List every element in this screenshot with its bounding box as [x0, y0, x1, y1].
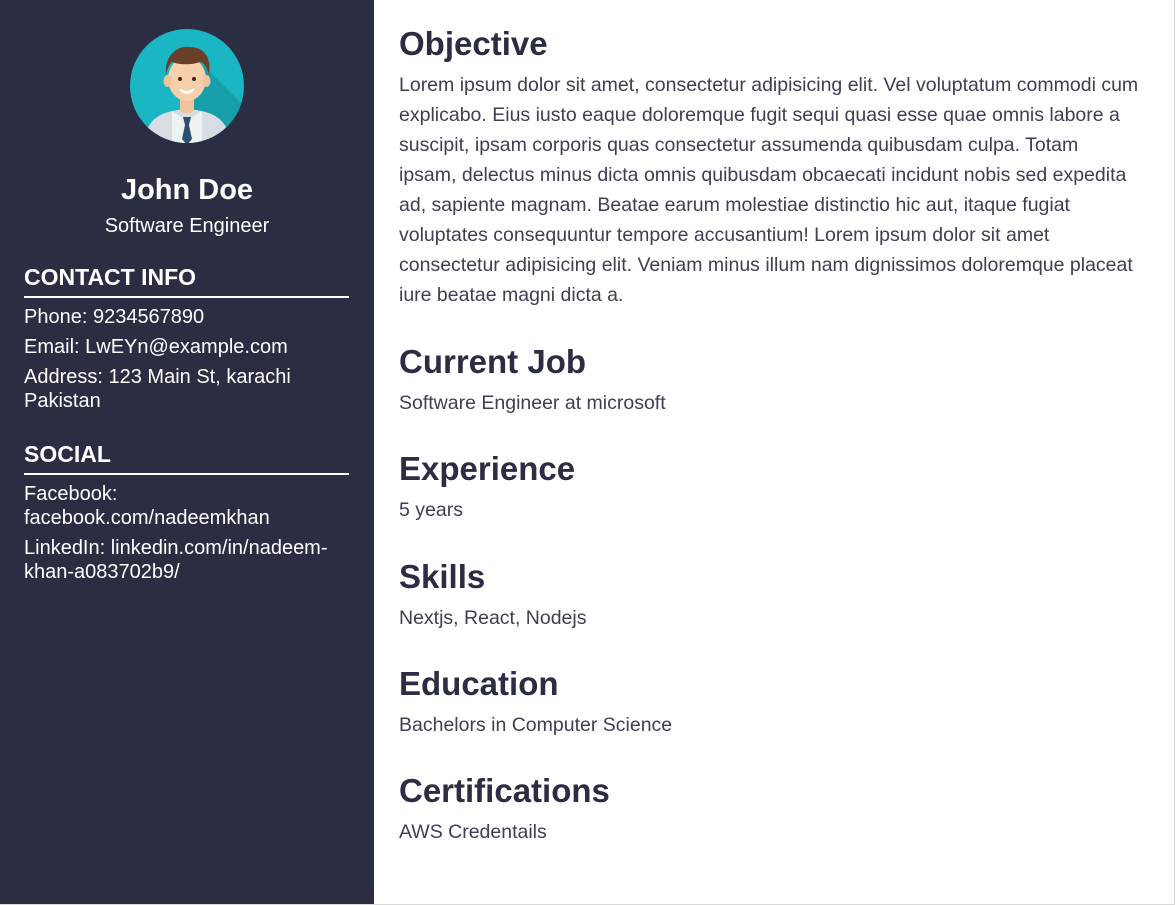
social-heading: SOCIAL [24, 439, 349, 475]
user-avatar-icon [130, 29, 244, 143]
avatar [130, 29, 244, 143]
current-job-heading: Current Job [399, 343, 587, 380]
skills-text: Nextjs, React, Nodejs [399, 607, 587, 629]
skills-section: Skills Nextjs, React, Nodejs [399, 557, 1139, 633]
certifications-heading: Certifications [399, 772, 610, 809]
contact-email: Email: LwEYn@example.com [24, 336, 288, 358]
education-section: Education Bachelors in Computer Science [399, 664, 1139, 740]
contact-info-heading: CONTACT INFO [24, 262, 349, 298]
main-content: Objective Lorem ipsum dolor sit amet, co… [374, 0, 1175, 905]
contact-address: Address: 123 Main St, karachi Pakistan [24, 366, 291, 412]
contact-info-section: CONTACT INFO Phone: 9234567890 Email: Lw… [24, 262, 349, 419]
objective-heading: Objective [399, 25, 548, 62]
education-heading: Education [399, 665, 559, 702]
experience-heading: Experience [399, 450, 576, 487]
social-section: SOCIAL Facebook: facebook.com/nadeemkhan… [24, 439, 349, 590]
profile-name: John Doe [120, 174, 254, 206]
certifications-section: Certifications AWS Credentails [399, 771, 1139, 847]
current-job-section: Current Job Software Engineer at microso… [399, 342, 1139, 418]
resume-page: John Doe Software Engineer CONTACT INFO … [0, 0, 1175, 905]
social-linkedin[interactable]: LinkedIn: linkedin.com/in/nadeem-khan-a0… [24, 536, 349, 584]
sidebar: John Doe Software Engineer CONTACT INFO … [0, 0, 374, 904]
skills-heading: Skills [399, 558, 486, 595]
contact-phone: Phone: 9234567890 [24, 306, 205, 328]
certifications-text: AWS Credentails [399, 821, 547, 843]
experience-text: 5 years [399, 499, 463, 521]
education-text: Bachelors in Computer Science [399, 714, 673, 736]
social-facebook[interactable]: Facebook: facebook.com/nadeemkhan [24, 482, 349, 530]
experience-section: Experience 5 years [399, 449, 1139, 525]
profile-title: Software Engineer [104, 215, 270, 237]
objective-text: Lorem ipsum dolor sit amet, consectetur … [399, 74, 1139, 306]
current-job-text: Software Engineer at microsoft [399, 392, 666, 414]
objective-section: Objective Lorem ipsum dolor sit amet, co… [399, 24, 1139, 310]
